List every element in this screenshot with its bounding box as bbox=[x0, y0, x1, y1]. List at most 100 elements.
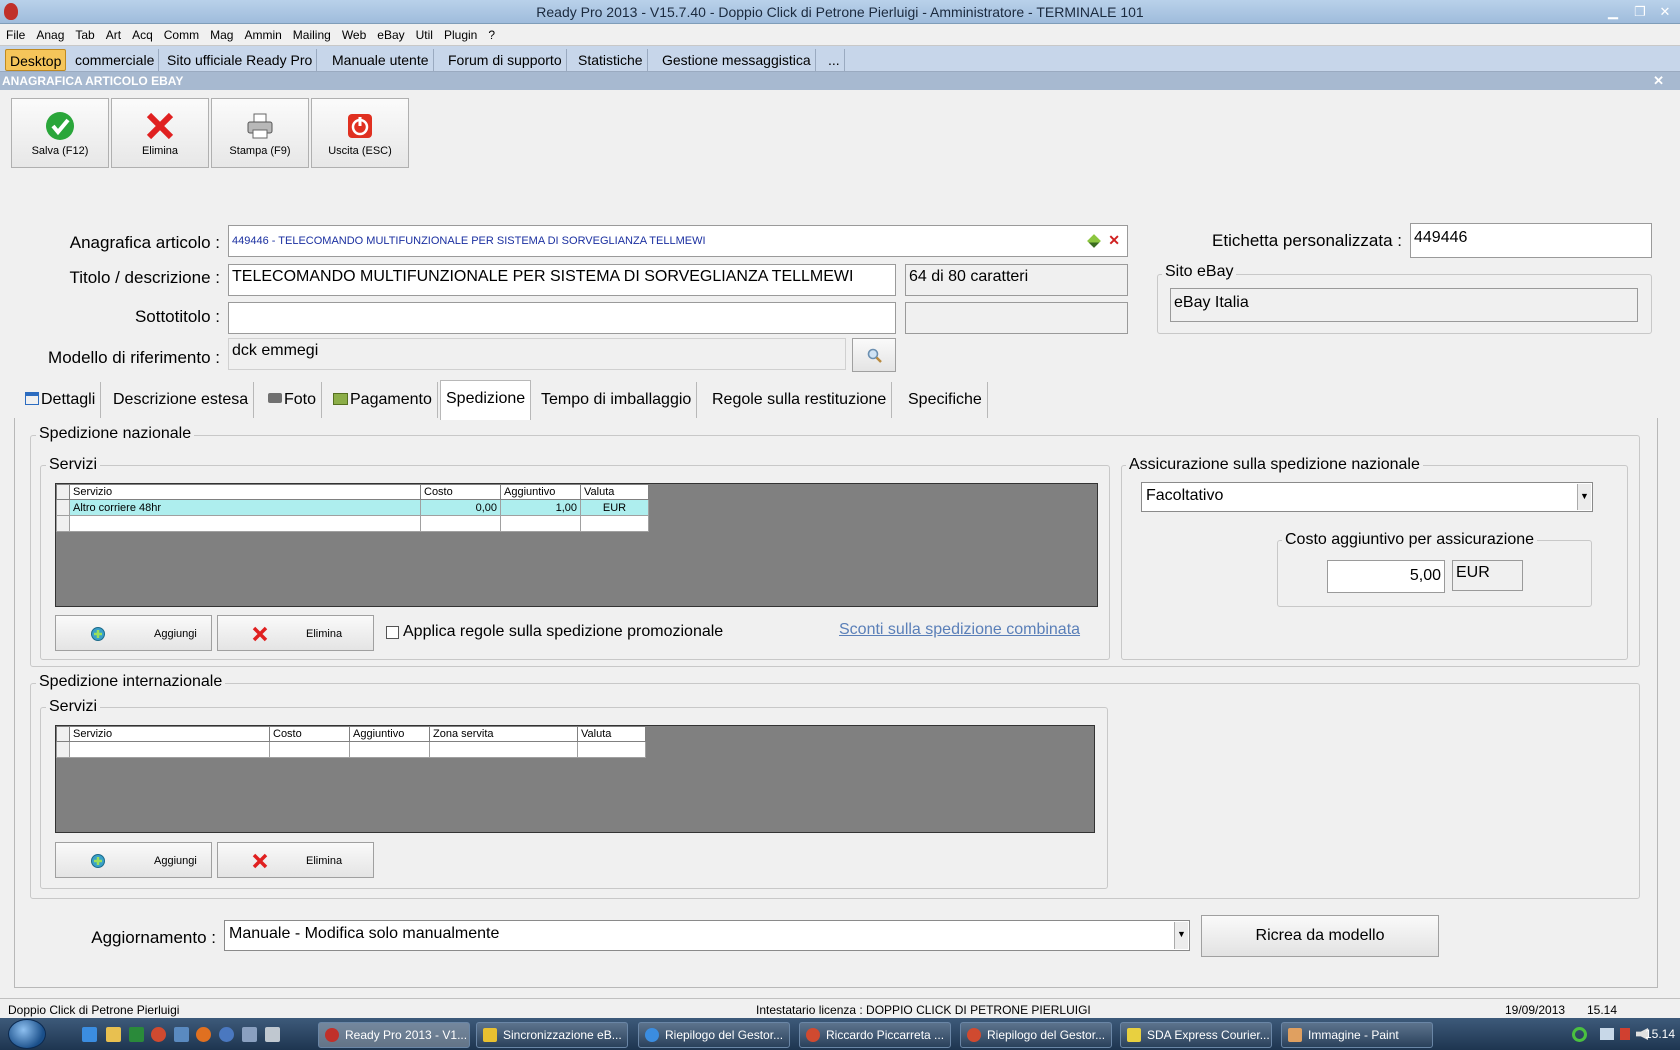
save-button[interactable]: Salva (F12) bbox=[11, 98, 109, 168]
add-intl-service-button[interactable]: Aggiungi bbox=[55, 842, 212, 878]
network-tray-icon[interactable] bbox=[1600, 1028, 1614, 1040]
costo-assicurazione-input[interactable]: 5,00 bbox=[1327, 560, 1445, 593]
table-row[interactable]: Altro corriere 48hr 0,00 1,00 EUR bbox=[56, 499, 649, 516]
cell-aggiuntivo[interactable]: 1,00 bbox=[500, 499, 581, 516]
col-zona-servita[interactable]: Zona servita bbox=[429, 726, 578, 742]
print-button[interactable]: Stampa (F9) bbox=[211, 98, 309, 168]
menu-art[interactable]: Art bbox=[100, 24, 126, 42]
tab-foto[interactable]: Foto bbox=[263, 382, 323, 418]
menu-ebay[interactable]: eBay bbox=[371, 24, 409, 42]
desktop-tab-desktop[interactable]: Desktop bbox=[5, 49, 67, 71]
explorer-quicklaunch-icon[interactable] bbox=[106, 1027, 121, 1042]
taskbar-item-riepilogo-chrome[interactable]: Riepilogo del Gestor... bbox=[960, 1022, 1112, 1048]
menu-mailing[interactable]: Mailing bbox=[287, 24, 336, 42]
col-servizio[interactable]: Servizio bbox=[69, 484, 421, 500]
col-valuta[interactable]: Valuta bbox=[577, 726, 646, 742]
menu-comm[interactable]: Comm bbox=[158, 24, 204, 42]
cell-costo[interactable]: 0,00 bbox=[420, 499, 501, 516]
menu-help[interactable]: ? bbox=[482, 24, 500, 42]
maximize-button[interactable]: ❐ bbox=[1629, 3, 1651, 20]
costo-assicurazione-title: Costo aggiuntivo per assicurazione bbox=[1282, 531, 1538, 549]
table-row-empty[interactable] bbox=[56, 741, 646, 758]
thunderbird-quicklaunch-icon[interactable] bbox=[219, 1027, 234, 1042]
add-service-button[interactable]: Aggiungi bbox=[55, 615, 212, 651]
cell-servizio[interactable]: Altro corriere 48hr bbox=[69, 499, 421, 516]
excel-quicklaunch-icon[interactable] bbox=[129, 1027, 144, 1042]
menu-mag[interactable]: Mag bbox=[204, 24, 238, 42]
taskbar-item-riepilogo-ie[interactable]: Riepilogo del Gestor... bbox=[638, 1022, 790, 1048]
exit-button[interactable]: Uscita (ESC) bbox=[311, 98, 409, 168]
close-window-button[interactable]: ✕ bbox=[1654, 3, 1676, 20]
col-valuta[interactable]: Valuta bbox=[580, 484, 649, 500]
menu-file[interactable]: File bbox=[0, 24, 30, 42]
chevron-down-icon[interactable]: ▼ bbox=[1577, 484, 1591, 510]
tab-tempo-imballaggio[interactable]: Tempo di imballaggio bbox=[536, 382, 698, 418]
col-servizio[interactable]: Servizio bbox=[69, 726, 270, 742]
ie-quicklaunch-icon[interactable] bbox=[82, 1027, 97, 1042]
status-bar: Doppio Click di Petrone Pierluigi Intest… bbox=[0, 998, 1680, 1018]
tab-spedizione[interactable]: Spedizione bbox=[440, 380, 532, 420]
status-date: 19/09/2013 bbox=[1505, 1003, 1566, 1017]
sito-ebay-label: Sito eBay bbox=[1162, 263, 1237, 281]
delete-button[interactable]: Elimina bbox=[111, 98, 209, 168]
start-button[interactable] bbox=[8, 1019, 46, 1049]
menu-web[interactable]: Web bbox=[336, 24, 371, 42]
minimize-button[interactable]: ▁ bbox=[1602, 3, 1624, 20]
ricrea-button[interactable]: Ricrea da modello bbox=[1201, 915, 1439, 957]
close-form-icon[interactable]: ✕ bbox=[1653, 73, 1664, 89]
menu-plugin[interactable]: Plugin bbox=[438, 24, 482, 42]
edit-pencil-icon[interactable] bbox=[1087, 234, 1101, 248]
costo-assicurazione-currency: EUR bbox=[1452, 560, 1523, 591]
taskbar-item-paint[interactable]: Immagine - Paint bbox=[1281, 1022, 1433, 1048]
modello-search-button[interactable] bbox=[852, 338, 896, 372]
desktop-tab-statistiche[interactable]: Statistiche bbox=[574, 49, 648, 71]
sconti-link[interactable]: Sconti sulla spedizione combinata bbox=[839, 621, 1080, 639]
delete-intl-service-button[interactable]: Elimina bbox=[217, 842, 374, 878]
articolo-field[interactable]: 449446 - TELECOMANDO MULTIFUNZIONALE PER… bbox=[228, 225, 1128, 257]
notes-quicklaunch-icon[interactable] bbox=[265, 1027, 280, 1042]
flag-tray-icon[interactable] bbox=[1620, 1028, 1630, 1040]
menu-ammin[interactable]: Ammin bbox=[238, 24, 286, 42]
etichetta-input[interactable]: 449446 bbox=[1410, 223, 1652, 258]
col-costo[interactable]: Costo bbox=[269, 726, 350, 742]
desktop-tab-forum[interactable]: Forum di supporto bbox=[444, 49, 567, 71]
col-aggiuntivo[interactable]: Aggiuntivo bbox=[349, 726, 430, 742]
col-aggiuntivo[interactable]: Aggiuntivo bbox=[500, 484, 581, 500]
menu-tab[interactable]: Tab bbox=[69, 24, 99, 42]
promo-checkbox[interactable] bbox=[386, 626, 399, 639]
titolo-input[interactable]: TELECOMANDO MULTIFUNZIONALE PER SISTEMA … bbox=[228, 264, 896, 296]
tab-descrizione-estesa[interactable]: Descrizione estesa bbox=[108, 382, 255, 418]
cell-valuta[interactable]: EUR bbox=[580, 499, 649, 516]
assicurazione-select[interactable]: Facoltativo ▼ bbox=[1141, 482, 1593, 512]
sync-tray-icon[interactable] bbox=[1572, 1027, 1587, 1042]
taskbar-item-readypro[interactable]: Ready Pro 2013 - V1... bbox=[318, 1022, 470, 1048]
desktop-tab-sito-ufficiale[interactable]: Sito ufficiale Ready Pro bbox=[163, 49, 318, 71]
taskbar-item-riccardo[interactable]: Riccardo Piccarreta ... bbox=[799, 1022, 951, 1048]
taskbar-item-sda[interactable]: SDA Express Courier... bbox=[1120, 1022, 1272, 1048]
promo-label[interactable]: Applica regole sulla spedizione promozio… bbox=[403, 623, 723, 641]
taskbar-item-sincronizzazione[interactable]: Sincronizzazione eB... bbox=[476, 1022, 628, 1048]
table-row-empty[interactable] bbox=[56, 515, 649, 532]
menu-anag[interactable]: Anag bbox=[30, 24, 69, 42]
menu-util[interactable]: Util bbox=[410, 24, 438, 42]
sottotitolo-input[interactable] bbox=[228, 302, 896, 334]
clear-x-icon[interactable]: ✕ bbox=[1108, 232, 1120, 249]
chevron-down-icon[interactable]: ▼ bbox=[1174, 922, 1188, 949]
desktop-tab-messaggistica[interactable]: Gestione messaggistica bbox=[658, 49, 816, 71]
menu-acq[interactable]: Acq bbox=[126, 24, 158, 42]
tab-specifiche[interactable]: Specifiche bbox=[903, 382, 988, 418]
modello-input[interactable]: dck emmegi bbox=[228, 338, 846, 370]
tab-dettagli[interactable]: Dettagli bbox=[20, 382, 102, 418]
col-costo[interactable]: Costo bbox=[420, 484, 501, 500]
desktop-quicklaunch-icon[interactable] bbox=[174, 1027, 189, 1042]
delete-service-button[interactable]: Elimina bbox=[217, 615, 374, 651]
tab-pagamento[interactable]: Pagamento bbox=[328, 382, 438, 418]
firefox-quicklaunch-icon[interactable] bbox=[196, 1027, 211, 1042]
chrome-quicklaunch-icon[interactable] bbox=[151, 1027, 166, 1042]
tab-regole-restituzione[interactable]: Regole sulla restituzione bbox=[707, 382, 893, 418]
desktop-tab-manuale[interactable]: Manuale utente bbox=[328, 49, 434, 71]
desktop-tab-more[interactable]: ... bbox=[824, 49, 845, 71]
desktop-tab-commerciale[interactable]: commerciale bbox=[71, 49, 160, 71]
app-quicklaunch-icon[interactable] bbox=[242, 1027, 257, 1042]
aggiornamento-select[interactable]: Manuale - Modifica solo manualmente ▼ bbox=[224, 920, 1190, 951]
